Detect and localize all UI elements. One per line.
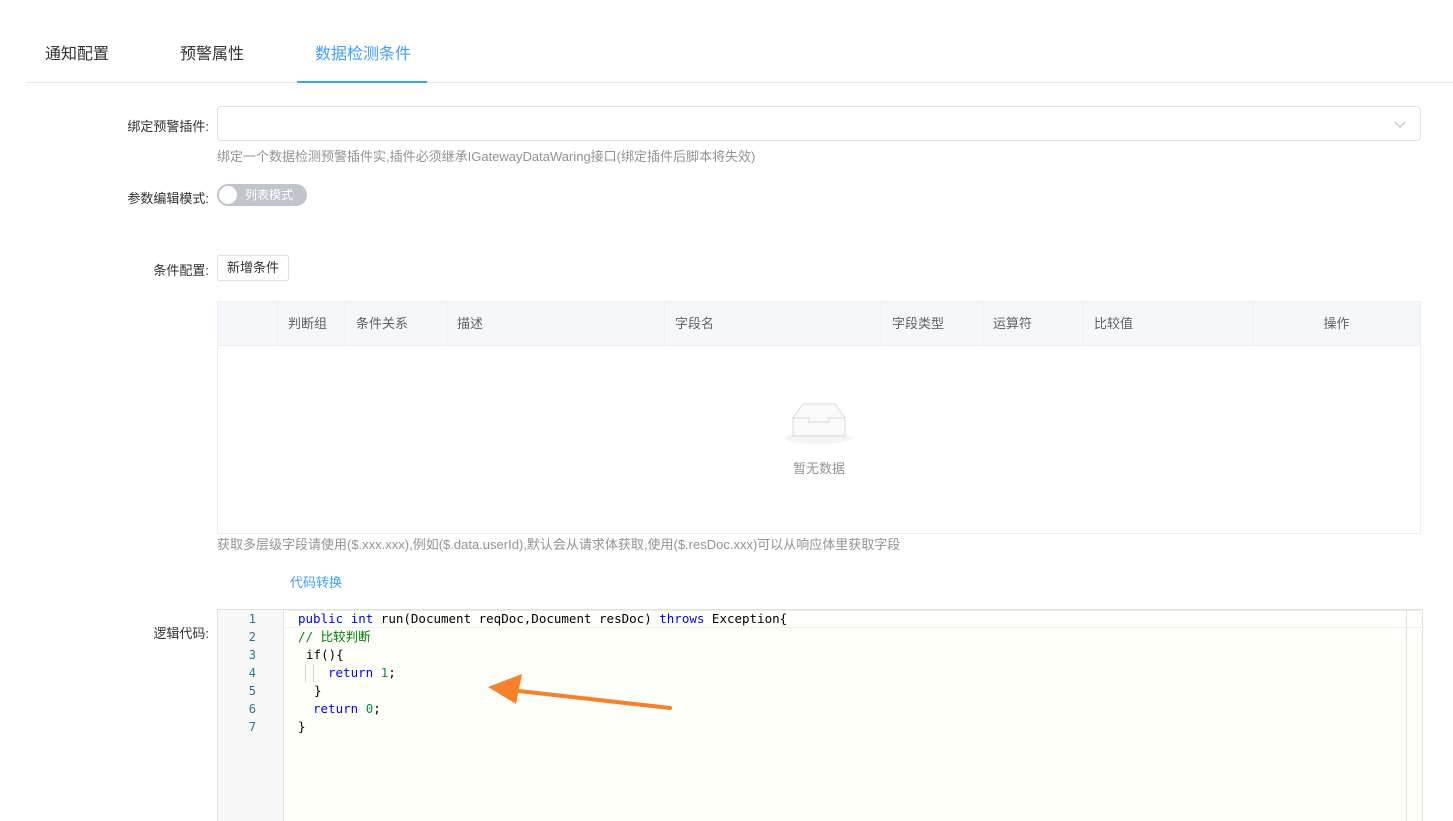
code-line: } bbox=[298, 719, 306, 734]
code-line: } bbox=[314, 683, 322, 698]
line-number: 4 bbox=[248, 666, 256, 680]
code-text: run(Document reqDoc,Document resDoc) bbox=[373, 611, 660, 626]
empty-text: 暂无数据 bbox=[792, 461, 845, 476]
keyword: throws bbox=[659, 611, 705, 626]
condition-label: 条件配置: bbox=[153, 263, 209, 278]
code-text: Exception{ bbox=[704, 611, 788, 626]
keyword: return bbox=[313, 701, 359, 716]
code-text: (){ bbox=[321, 647, 344, 662]
line-number: 3 bbox=[248, 648, 256, 662]
indent-guide bbox=[305, 664, 306, 682]
keyword: return bbox=[328, 665, 374, 680]
tab-data-detection-conditions[interactable]: 数据检测条件 bbox=[315, 44, 411, 83]
vertical-scrollbar[interactable] bbox=[1406, 610, 1422, 821]
code-label: 逻辑代码: bbox=[153, 626, 209, 641]
indent-guide bbox=[313, 664, 314, 682]
chevron-down-icon bbox=[1394, 121, 1406, 128]
line-number: 2 bbox=[248, 630, 256, 644]
tab-notification-config[interactable]: 通知配置 bbox=[45, 44, 109, 83]
active-tab-indicator bbox=[297, 81, 427, 83]
code-editor[interactable]: 1 2 3 4 5 6 7 public int run(Document re… bbox=[217, 609, 1423, 821]
column-header-description: 描述 bbox=[447, 302, 665, 346]
table-hint: 获取多层级字段请使用($.xxx.xxx),例如($.data.userId),… bbox=[217, 537, 901, 552]
code-text: if bbox=[306, 647, 322, 662]
plugin-hint: 绑定一个数据检测预警插件实,插件必须继承IGatewayDataWaring接口… bbox=[217, 149, 756, 164]
keyword: int bbox=[350, 611, 374, 626]
keyword: public bbox=[298, 611, 344, 626]
code-comment: // 比较判断 bbox=[298, 629, 371, 644]
mode-label: 参数编辑模式: bbox=[127, 191, 209, 206]
add-condition-button[interactable]: 新增条件 bbox=[217, 255, 289, 281]
code-text: ; bbox=[373, 701, 381, 716]
edit-mode-switch[interactable]: 列表模式 bbox=[217, 184, 307, 206]
column-header-group: 判断组 bbox=[278, 302, 346, 346]
column-header-actions: 操作 bbox=[1323, 316, 1350, 331]
empty-box-icon bbox=[785, 403, 853, 444]
tab-bar: 通知配置 预警属性 数据检测条件 bbox=[26, 28, 1453, 83]
conditions-table: 判断组 条件关系 描述 字段名 字段类型 运算符 比较值 操作 暂无数据 bbox=[217, 301, 1421, 534]
code-line: public int run(Document reqDoc,Document … bbox=[298, 610, 787, 628]
line-number: 6 bbox=[248, 702, 256, 716]
switch-text: 列表模式 bbox=[245, 188, 294, 202]
column-header-compare-value: 比较值 bbox=[1084, 302, 1253, 346]
line-number: 5 bbox=[248, 684, 256, 698]
plugin-label: 绑定预警插件: bbox=[127, 119, 209, 134]
code-line: if(){ bbox=[306, 646, 344, 664]
table-header: 判断组 条件关系 描述 字段名 字段类型 运算符 比较值 操作 bbox=[218, 302, 1420, 346]
column-header-operator: 运算符 bbox=[983, 302, 1084, 346]
column-header-relation: 条件关系 bbox=[346, 302, 447, 346]
plugin-select[interactable] bbox=[217, 106, 1421, 141]
column-header-selection bbox=[218, 302, 278, 346]
tab-alert-properties[interactable]: 预警属性 bbox=[180, 44, 244, 83]
code-text: ; bbox=[388, 665, 396, 680]
code-line: return 1; bbox=[328, 664, 396, 682]
code-line: return 0; bbox=[313, 700, 381, 718]
code-line: // 比较判断 bbox=[298, 628, 371, 646]
line-number-gutter: 1 2 3 4 5 6 7 bbox=[218, 610, 284, 821]
column-header-field-type: 字段类型 bbox=[882, 302, 983, 346]
line-number: 7 bbox=[248, 720, 256, 734]
column-header-field-name: 字段名 bbox=[665, 302, 882, 346]
code-convert-link[interactable]: 代码转换 bbox=[290, 572, 342, 591]
annotation-arrow-icon bbox=[488, 674, 672, 710]
line-number: 1 bbox=[248, 612, 256, 626]
switch-knob bbox=[219, 186, 237, 204]
